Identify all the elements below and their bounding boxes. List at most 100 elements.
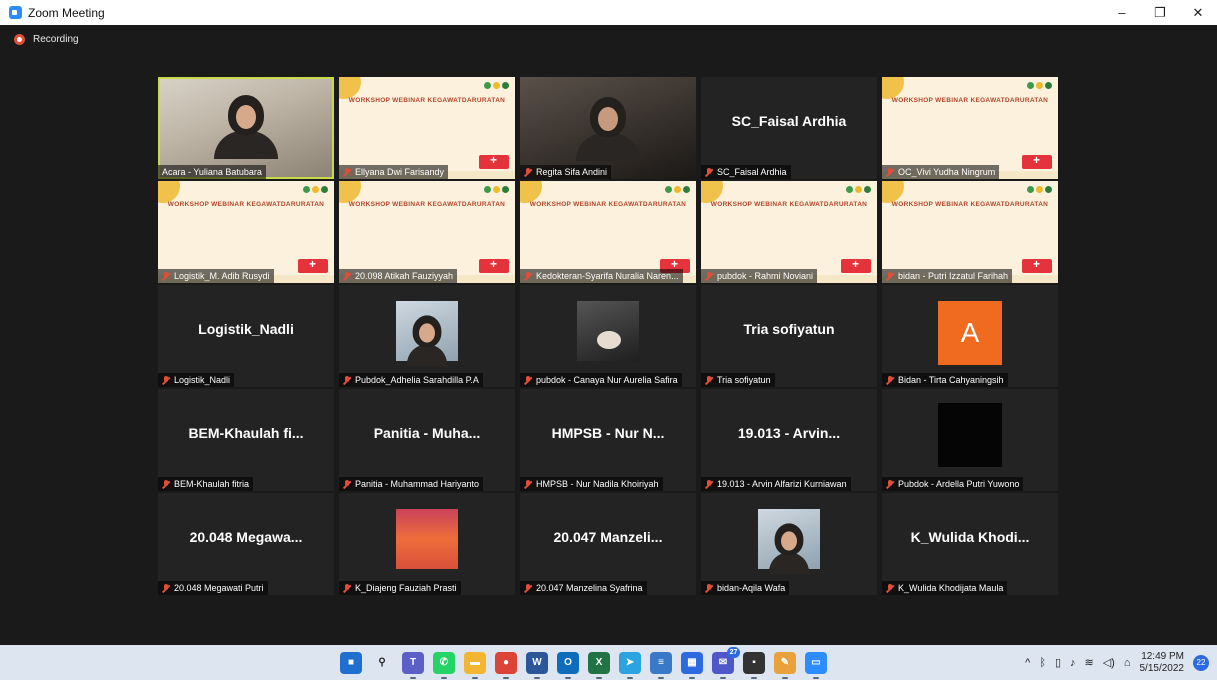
battery-icon[interactable]: ▯ — [1055, 656, 1061, 669]
participant-name-label: 19.013 - Arvin Alfarizi Kurniawan — [701, 477, 851, 491]
muted-mic-icon — [524, 583, 532, 593]
participant-display-name: Panitia - Muha... — [373, 425, 481, 441]
search-glyph: ⚲ — [378, 657, 386, 668]
muted-mic-icon — [886, 479, 894, 489]
microphone-icon[interactable]: ♪ — [1070, 657, 1076, 669]
participant-tile[interactable]: bidan-Aqila Wafa — [701, 493, 877, 595]
participant-tile[interactable]: WORKSHOP WEBINAR KEGAWATDARURATAN pubdok … — [701, 181, 877, 283]
participant-tile[interactable]: Logistik_Nadli Logistik_Nadli — [158, 285, 334, 387]
participant-name: pubdok - Rahmi Noviani — [717, 271, 814, 281]
telegram-icon[interactable]: ➤ — [619, 651, 641, 679]
participant-name: Acara - Yuliana Batubara — [162, 167, 262, 177]
restore-button[interactable]: ❐ — [1141, 0, 1179, 25]
participant-display-name: 20.048 Megawa... — [189, 529, 303, 545]
participant-name: Pubdok_Adhelia Sarahdilla P.A — [355, 375, 479, 385]
chrome-icon[interactable]: ● — [495, 651, 517, 679]
participant-name-label: SC_Faisal Ardhia — [701, 165, 791, 179]
zoom-logo-icon — [9, 6, 22, 19]
slide-banner: WORKSHOP WEBINAR KEGAWATDARURATAN — [167, 201, 325, 208]
participant-name: Tria sofiyatun — [717, 375, 771, 385]
muted-mic-icon — [343, 479, 351, 489]
participant-name: Panitia - Muhammad Hariyanto — [355, 479, 480, 489]
file-explorer-icon[interactable]: ▬ — [464, 651, 486, 679]
participant-tile[interactable]: Pubdok - Ardella Putri Yuwono — [882, 389, 1058, 491]
paint-icon[interactable]: ✎ — [774, 651, 796, 679]
participant-name-label: Acara - Yuliana Batubara — [158, 165, 266, 179]
sticky-notes-icon[interactable]: ▪ — [743, 651, 765, 679]
minimize-button[interactable]: – — [1103, 0, 1141, 25]
participant-tile[interactable]: K_Wulida Khodi... K_Wulida Khodijata Maul… — [882, 493, 1058, 595]
muted-mic-icon — [343, 583, 351, 593]
system-clock[interactable]: 12:49 PM 5/15/2022 — [1140, 651, 1185, 675]
ambulance-icon — [298, 257, 328, 273]
window-titlebar: Zoom Meeting – ❐ ✕ — [0, 0, 1217, 25]
ambulance-icon — [841, 257, 871, 273]
sticky-notes-glyph: ▪ — [752, 657, 756, 668]
notepad-icon[interactable]: ≡ — [650, 651, 672, 679]
recording-indicator[interactable]: Recording — [14, 34, 79, 45]
participant-tile[interactable]: WORKSHOP WEBINAR KEGAWATDARURATAN Kedokte… — [520, 181, 696, 283]
teams-chat-icon[interactable]: ✉ 27 — [712, 646, 740, 679]
slide-banner: WORKSHOP WEBINAR KEGAWATDARURATAN — [529, 201, 687, 208]
muted-mic-icon — [343, 167, 351, 177]
participant-tile[interactable]: WORKSHOP WEBINAR KEGAWATDARURATAN Ellyana… — [339, 77, 515, 179]
participant-tile[interactable]: BEM-Khaulah fi... BEM-Khaulah fitria — [158, 389, 334, 491]
participant-name-label: Logistik_Nadli — [158, 373, 235, 387]
participant-tile[interactable]: WORKSHOP WEBINAR KEGAWATDARURATAN Logisti… — [158, 181, 334, 283]
participant-video — [214, 95, 278, 159]
ime-icon[interactable]: ⌂ — [1124, 657, 1131, 669]
participant-name-label: Bidan - Tirta Cahyaningsih — [882, 373, 1008, 387]
participant-display-name: Tria sofiyatun — [743, 321, 835, 337]
participant-name: Bidan - Tirta Cahyaningsih — [898, 375, 1004, 385]
participant-tile[interactable]: 20.048 Megawa... 20.048 Megawati Putri — [158, 493, 334, 595]
participant-name: Ellyana Dwi Farisandy — [355, 167, 445, 177]
participant-tile[interactable]: WORKSHOP WEBINAR KEGAWATDARURATAN OC_Vivi… — [882, 77, 1058, 179]
participant-tile[interactable]: A Bidan - Tirta Cahyaningsih — [882, 285, 1058, 387]
participant-tile[interactable]: 19.013 - Arvin... 19.013 - Arvin Alfarizi… — [701, 389, 877, 491]
muted-mic-icon — [886, 583, 894, 593]
muted-mic-icon — [343, 271, 351, 281]
close-button[interactable]: ✕ — [1179, 0, 1217, 25]
whatsapp-icon[interactable]: ✆ — [433, 651, 455, 679]
muted-mic-icon — [524, 271, 532, 281]
participant-display-name: K_Wulida Khodi... — [910, 529, 1030, 545]
app-badge: 27 — [727, 646, 740, 658]
participant-display-name: 19.013 - Arvin... — [737, 425, 841, 441]
participant-name: bidan-Aqila Wafa — [717, 583, 786, 593]
participant-tile[interactable]: Tria sofiyatun Tria sofiyatun — [701, 285, 877, 387]
show-hidden-icons-chevron-icon[interactable]: ^ — [1025, 657, 1030, 669]
search-icon[interactable]: ⚲ — [371, 651, 393, 674]
participant-tile[interactable]: Panitia - Muha... Panitia - Muhammad Hari… — [339, 389, 515, 491]
notification-badge[interactable]: 22 — [1193, 654, 1209, 671]
word-icon[interactable]: W — [526, 651, 548, 679]
wifi-icon[interactable]: ≋ — [1085, 656, 1094, 669]
excel-icon[interactable]: X — [588, 651, 610, 679]
participant-tile[interactable]: Regita Sifa Andini — [520, 77, 696, 179]
word-glyph: W — [532, 657, 542, 668]
participant-tile[interactable]: WORKSHOP WEBINAR KEGAWATDARURATAN bidan -… — [882, 181, 1058, 283]
muted-mic-icon — [524, 479, 532, 489]
muted-mic-icon — [162, 479, 170, 489]
participant-name-label: K_Wulida Khodijata Maula — [882, 581, 1008, 595]
calculator-icon[interactable]: ▦ — [681, 651, 703, 679]
volume-icon[interactable]: ◁) — [1103, 656, 1115, 669]
outlook-icon[interactable]: O — [557, 651, 579, 679]
profile-photo — [396, 301, 458, 367]
muted-mic-icon — [705, 271, 713, 281]
teams-icon[interactable]: T — [402, 651, 424, 679]
file-explorer-glyph: ▬ — [470, 657, 480, 668]
participant-tile[interactable]: pubdok - Canaya Nur Aurelia Safira — [520, 285, 696, 387]
participant-tile[interactable]: SC_Faisal Ardhia SC_Faisal Ardhia — [701, 77, 877, 179]
participant-tile[interactable]: K_Diajeng Fauziah Prasti — [339, 493, 515, 595]
start-glyph: ■ — [347, 657, 355, 668]
zoom-icon[interactable]: ▭ — [805, 651, 827, 679]
sponsor-logos-icon — [1027, 186, 1052, 193]
participant-tile[interactable]: HMPSB - Nur N... HMPSB - Nur Nadila Khoir… — [520, 389, 696, 491]
start-icon[interactable]: ■ — [340, 651, 362, 674]
windows-taskbar: ■ ⚲ T ✆ ▬ ● W O X ➤ ≡ ▦ ✉ 27 ▪ ✎ ▭ ^ ᛒ ▯ ♪ ≋ ◁) ⌂ 12:49 … — [0, 645, 1217, 680]
participant-tile[interactable]: Acara - Yuliana Batubara — [158, 77, 334, 179]
participant-tile[interactable]: Pubdok_Adhelia Sarahdilla P.A — [339, 285, 515, 387]
bluetooth-icon[interactable]: ᛒ — [1039, 657, 1046, 669]
participant-tile[interactable]: WORKSHOP WEBINAR KEGAWATDARURATAN 20.098 … — [339, 181, 515, 283]
participant-tile[interactable]: 20.047 Manzeli... 20.047 Manzelina Syafri… — [520, 493, 696, 595]
